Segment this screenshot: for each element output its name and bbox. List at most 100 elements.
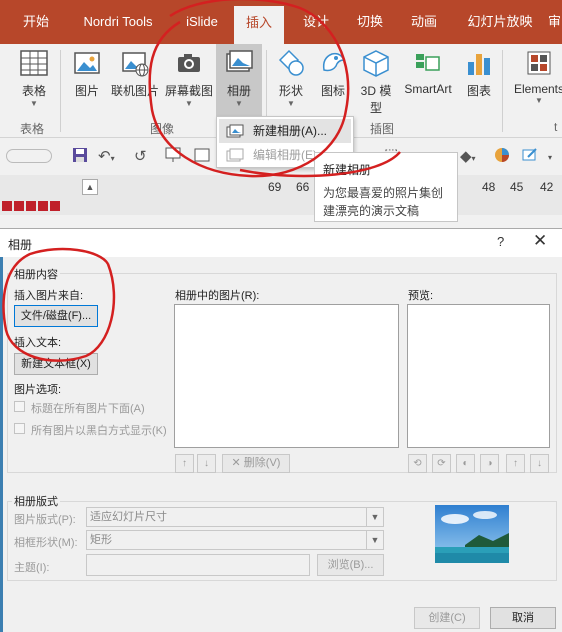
brightness-down-icon[interactable]: ↓: [530, 454, 549, 473]
album-content-heading: 相册内容: [12, 266, 60, 282]
chevron-down-icon: ▼: [366, 531, 383, 549]
frame-shape-label: 相框形状(M):: [14, 537, 78, 549]
image-adjust-toolbar: ⟲ ⟳ ◐ ◑ ↑ ↓: [408, 454, 552, 474]
screenshot-label: 屏幕截图: [164, 84, 213, 98]
chevron-down-icon: ▼: [235, 99, 243, 108]
elements-icon: [524, 48, 554, 78]
remove-icon: ✕: [231, 457, 244, 469]
smartart-label: SmartArt: [404, 82, 452, 96]
file-disk-button[interactable]: 文件/磁盘(F)...: [14, 305, 98, 327]
ruler-tick: 42: [540, 180, 554, 194]
caption-below-checkbox[interactable]: [14, 401, 25, 412]
preview-label: 预览:: [408, 290, 434, 302]
dialog-title-bar: 相册 ? ✕: [0, 229, 562, 257]
rotate-left-icon[interactable]: ⟲: [408, 454, 427, 473]
3d-model-button[interactable]: 3D 模型: [356, 48, 396, 116]
chevron-down-icon: ▼: [287, 99, 295, 108]
icons-button[interactable]: 图标: [314, 48, 352, 99]
tab-design[interactable]: 设计: [292, 0, 340, 44]
redo-icon[interactable]: ↺: [134, 147, 147, 165]
tab-insert[interactable]: 插入: [234, 6, 284, 44]
group-label-t: t: [554, 120, 558, 134]
powerpoint-ribbon: 开始 Nordri Tools iSlide 插入 设计 切换 动画 幻灯片放映…: [0, 0, 562, 228]
shapes-button[interactable]: 形状 ▼: [272, 48, 310, 109]
cube-icon: [361, 48, 391, 78]
pictures-in-album-label: 相册中的图片(R):: [175, 290, 260, 302]
smartart-icon: [413, 48, 443, 78]
tab-transitions[interactable]: 切换: [346, 0, 394, 44]
black-white-checkbox[interactable]: [14, 423, 25, 434]
chevron-down-icon: ▼: [185, 99, 193, 108]
help-icon[interactable]: ?: [497, 234, 504, 249]
elements-button[interactable]: Elements ▼: [508, 48, 562, 106]
shapes-label: 形状: [278, 84, 303, 98]
new-album-tooltip: 新建相册 为您最喜爱的照片集创 建漂亮的演示文稿: [314, 152, 458, 222]
toggle-switch-icon[interactable]: [6, 149, 52, 163]
slide-icon[interactable]: [194, 147, 210, 167]
remove-button[interactable]: ✕ 删除(V): [222, 454, 290, 473]
chevron-down-icon[interactable]: ▾: [548, 147, 552, 164]
tab-animations[interactable]: 动画: [400, 0, 448, 44]
ruler-tick: 48: [482, 180, 496, 194]
group-label-tables: 表格: [20, 122, 45, 136]
frame-shape-select[interactable]: 矩形 ▼: [86, 530, 384, 550]
chevron-down-icon: ▼: [535, 96, 543, 105]
chevron-down-icon: ▼: [366, 508, 383, 526]
move-down-button[interactable]: ↓: [197, 454, 216, 473]
slides-ruler-row: ▲ 69 66 48 45 42: [0, 175, 562, 215]
picture-icon: [72, 48, 102, 78]
group-label-images: 图像: [150, 122, 175, 136]
album-button[interactable]: 相册 ▼: [216, 48, 262, 109]
tab-islide[interactable]: iSlide: [178, 0, 226, 44]
cancel-button[interactable]: 取消: [490, 607, 556, 629]
close-icon[interactable]: ✕: [533, 231, 547, 251]
theme-input[interactable]: [86, 554, 310, 576]
contrast-down-icon[interactable]: ◑: [480, 454, 499, 473]
undo-icon[interactable]: ↶▾: [98, 147, 115, 165]
move-up-button[interactable]: ↑: [175, 454, 194, 473]
chart-button[interactable]: 图表: [460, 48, 498, 99]
browse-button[interactable]: 浏览(B)...: [317, 554, 384, 576]
screenshot-button[interactable]: 屏幕截图 ▼: [162, 48, 216, 109]
picture-label: 图片: [74, 84, 99, 98]
new-album-label: 新建相册(A)...: [253, 124, 327, 138]
picture-layout-select[interactable]: 适应幻灯片尺寸 ▼: [86, 507, 384, 527]
fill-color-icon[interactable]: ◆▾: [460, 147, 476, 165]
new-album-menu-item[interactable]: 新建相册(A)...: [219, 119, 351, 143]
dialog-title: 相册: [8, 238, 33, 252]
tab-slideshow[interactable]: 幻灯片放映: [458, 0, 542, 44]
picture-button[interactable]: 图片: [68, 48, 106, 99]
bar-chart-icon: [464, 48, 494, 78]
chart-label: 图表: [466, 84, 491, 98]
3d-model-label: 3D 模型: [360, 84, 392, 115]
table-icon: [19, 48, 49, 78]
presentation-icon[interactable]: [164, 147, 182, 167]
create-button[interactable]: 创建(C): [414, 607, 480, 629]
edit-album-icon: [226, 147, 244, 162]
tab-home[interactable]: 开始: [12, 0, 60, 44]
pictures-in-album-list[interactable]: [174, 304, 399, 448]
shapes-icon: [276, 48, 306, 78]
photo-album-dialog: 相册 ? ✕ 相册内容 插入图片来自: 文件/磁盘(F)... 插入文本: 新建…: [0, 228, 562, 632]
tab-nordri-tools[interactable]: Nordri Tools: [70, 0, 166, 44]
table-button[interactable]: 表格 ▼: [14, 48, 54, 109]
camera-icon: [174, 48, 204, 78]
insert-text-label: 插入文本:: [14, 337, 62, 349]
elements-label: Elements: [513, 82, 562, 96]
group-separator: [502, 50, 503, 132]
new-textbox-button[interactable]: 新建文本框(X): [14, 353, 98, 375]
smartart-button[interactable]: SmartArt: [398, 48, 458, 96]
save-icon[interactable]: [72, 147, 88, 167]
contrast-up-icon[interactable]: ◐: [456, 454, 475, 473]
scroll-up-icon[interactable]: ▲: [82, 179, 98, 195]
ruler-tick: 69: [268, 180, 282, 194]
color-wheel-icon[interactable]: [494, 147, 510, 167]
online-picture-button[interactable]: 联机图片: [108, 48, 162, 99]
slide-thumbnails-strip: [0, 199, 64, 213]
tab-review[interactable]: 审: [548, 0, 562, 44]
rotate-right-icon[interactable]: ⟳: [432, 454, 451, 473]
pen-icon[interactable]: [522, 147, 540, 167]
brightness-up-icon[interactable]: ↑: [506, 454, 525, 473]
album-label: 相册: [226, 84, 251, 98]
tooltip-title: 新建相册: [323, 163, 372, 177]
